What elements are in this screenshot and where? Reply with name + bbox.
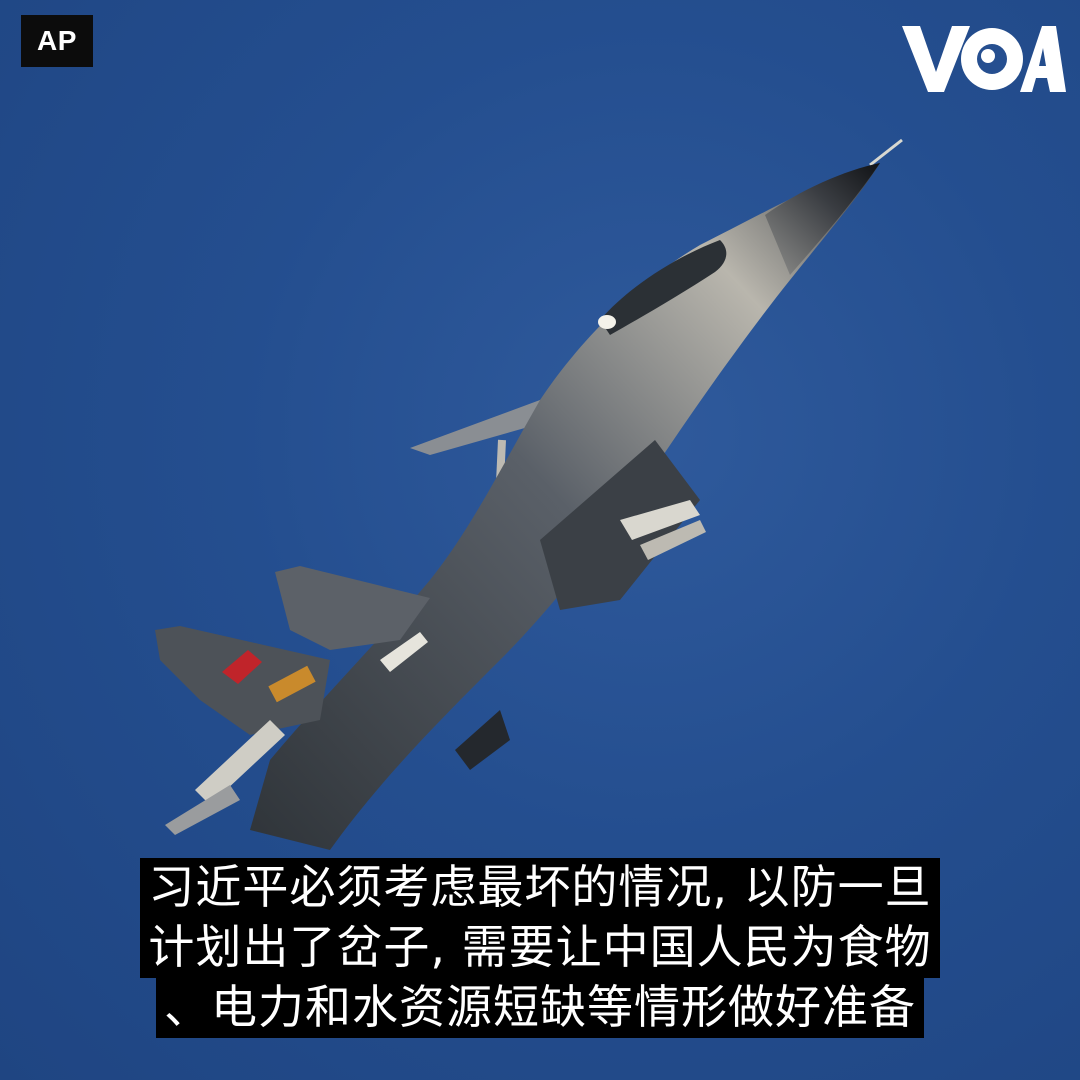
- caption-line-2: 计划出了岔子, 需要让中国人民为食物: [140, 918, 940, 978]
- video-frame: AP 习近平必须考虑最坏的情况, 以防一旦 计划出了岔子, 需要让中国人民为食物…: [0, 0, 1080, 1080]
- caption-line-1: 习近平必须考虑最坏的情况, 以防一旦: [140, 858, 940, 918]
- subtitle-caption: 习近平必须考虑最坏的情况, 以防一旦 计划出了岔子, 需要让中国人民为食物 、电…: [0, 858, 1080, 1038]
- ap-credit-badge: AP: [21, 15, 93, 67]
- caption-line-3: 、电力和水资源短缺等情形做好准备: [156, 978, 924, 1038]
- ap-credit-label: AP: [37, 25, 77, 56]
- voa-logo: [902, 26, 1066, 92]
